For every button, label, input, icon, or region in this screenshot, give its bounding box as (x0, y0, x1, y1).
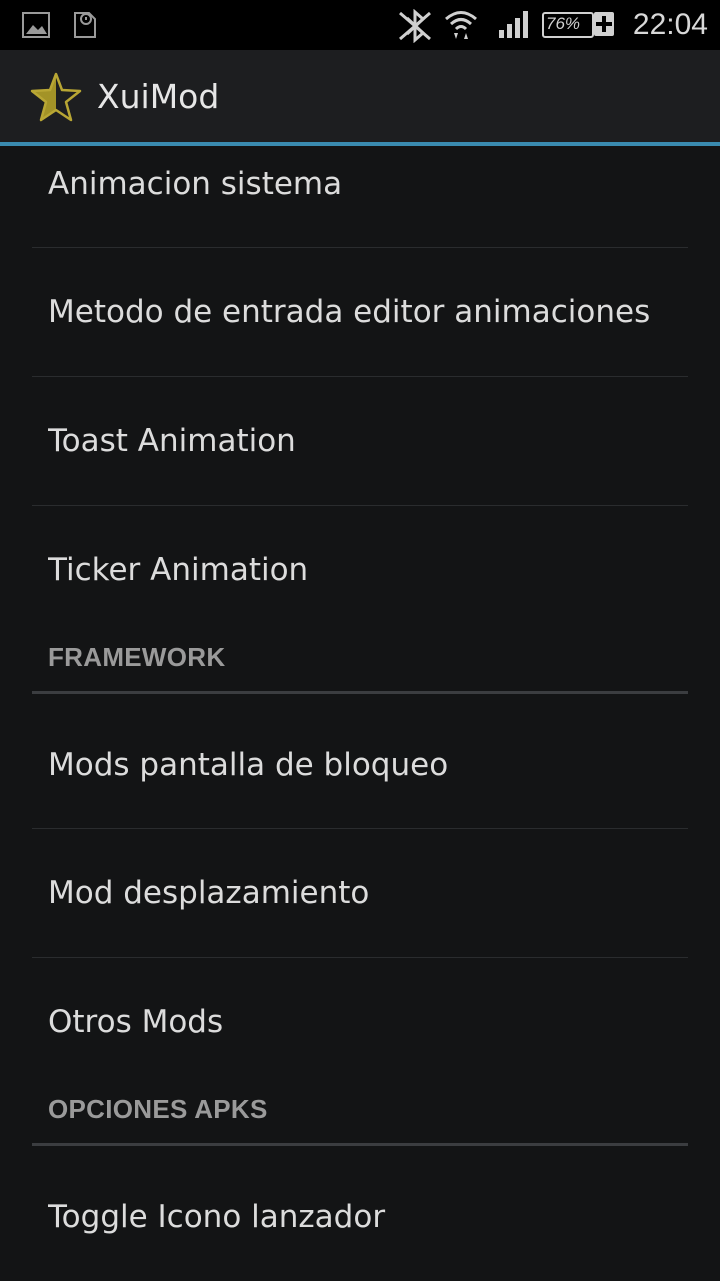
signal-icon (499, 11, 528, 38)
list-item[interactable]: Animacion sistema (0, 120, 720, 248)
section-title: OPCIONES APKS (48, 1094, 268, 1124)
list-item-label: Otros Mods (48, 1004, 224, 1040)
section-header-framework: FRAMEWORK (0, 634, 720, 700)
list-item[interactable]: Metodo de entrada editor animaciones (0, 248, 720, 376)
list-item-label: Toggle Icono lanzador (48, 1199, 386, 1235)
list-item[interactable]: Otros Mods (0, 958, 720, 1086)
section-header-apks: OPCIONES APKS (0, 1086, 720, 1152)
picture-icon (22, 12, 50, 38)
list-item[interactable]: Ticker Animation (0, 506, 720, 634)
wifi-icon (445, 11, 477, 39)
list-item-label: Mod desplazamiento (48, 875, 370, 911)
section-divider (32, 1143, 688, 1146)
list-item[interactable]: Toggle Icono lanzador (0, 1153, 720, 1281)
section-title: FRAMEWORK (48, 642, 226, 672)
battery-percent: 76% (546, 14, 581, 33)
list-item-label: Ticker Animation (48, 552, 309, 588)
list-item-label: Metodo de entrada editor animaciones (48, 294, 651, 330)
list-item[interactable]: Mods pantalla de bloqueo (0, 701, 720, 829)
list-item-label: Animacion sistema (48, 166, 343, 202)
list-item[interactable]: Mod desplazamiento (0, 829, 720, 957)
app-title: XuiMod (97, 77, 220, 116)
status-bar: 76% 22:04 (0, 0, 720, 50)
section-divider (32, 691, 688, 694)
clock: 22:04 (632, 8, 708, 41)
list-item-label: Toast Animation (48, 423, 296, 459)
list-item[interactable]: Toast Animation (0, 377, 720, 505)
star-icon[interactable] (30, 72, 82, 122)
sim-icon (74, 12, 96, 38)
list-item-label: Mods pantalla de bloqueo (48, 747, 449, 783)
bluetooth-icon (399, 9, 431, 43)
battery-icon: 76% (542, 12, 618, 38)
